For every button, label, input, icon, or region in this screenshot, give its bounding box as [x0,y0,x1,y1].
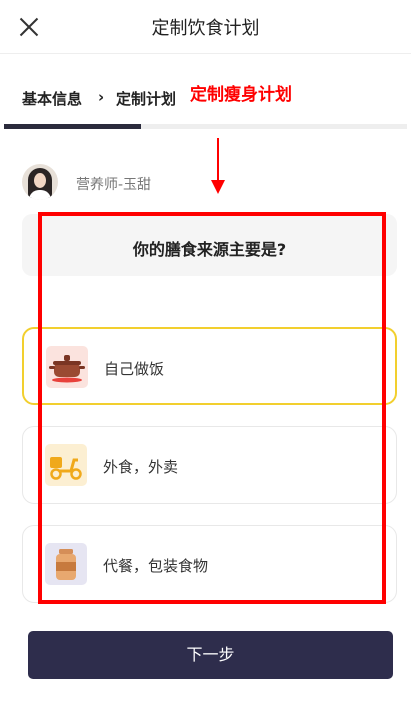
chevron-right-icon: › [98,88,105,106]
progress-bar [4,124,407,129]
option-label: 外食，外卖 [103,458,179,476]
page-title: 定制饮食计划 [151,18,260,39]
top-bar: 定制饮食计划 [0,0,411,54]
annotation-label: 定制瘦身计划 [190,85,292,105]
option-label: 代餐，包装食物 [103,557,209,575]
step-basic-info[interactable]: 基本信息 [22,88,82,109]
annotation-arrow-icon [211,138,225,194]
progress-fill [4,124,142,129]
option-cook-at-home[interactable]: 自己做饭 [22,327,397,405]
question-text: 你的膳食来源主要是? [132,240,287,259]
cooking-pot-icon [46,346,88,388]
food-jar-icon [45,543,87,585]
option-takeout[interactable]: 外食，外卖 [22,426,397,504]
next-button[interactable]: 下一步 [28,631,393,679]
avatar [22,164,58,200]
delivery-scooter-icon [45,444,87,486]
option-meal-replacement[interactable]: 代餐，包装食物 [22,525,397,603]
step-custom-plan[interactable]: 定制计划 [116,88,176,109]
option-label: 自己做饭 [104,360,165,378]
coach-name: 营养师-玉甜 [76,177,152,193]
question-card: 你的膳食来源主要是? [22,214,397,276]
